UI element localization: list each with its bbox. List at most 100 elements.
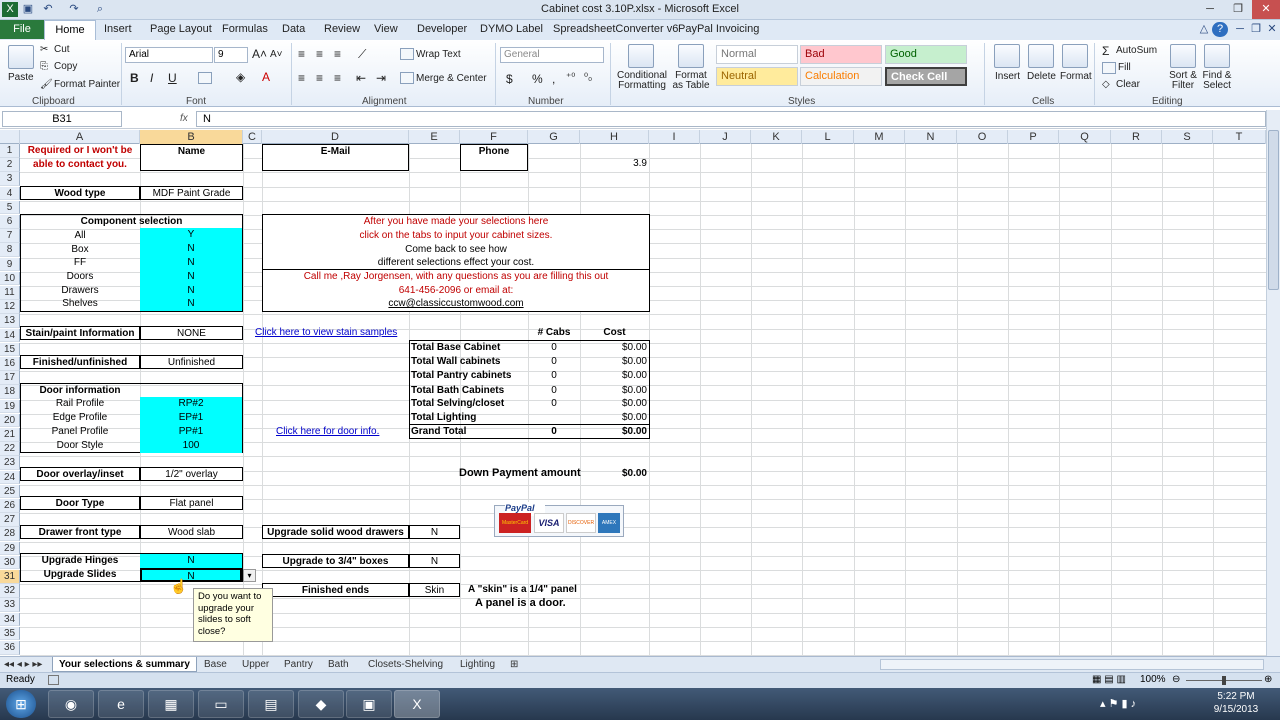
wb-minimize-icon[interactable]: ─ bbox=[1232, 22, 1248, 37]
row-header-30[interactable]: 30 bbox=[0, 555, 20, 570]
row-header-23[interactable]: 23 bbox=[0, 456, 20, 471]
hinges-value[interactable]: N bbox=[140, 554, 242, 568]
row-header-14[interactable]: 14 bbox=[0, 328, 20, 343]
sheet-tab-summary[interactable]: Your selections & summary bbox=[52, 657, 197, 672]
row-header-32[interactable]: 32 bbox=[0, 584, 20, 598]
drawer-front-value[interactable]: Wood slab bbox=[140, 525, 243, 539]
column-header-f[interactable]: F bbox=[460, 130, 528, 144]
fx-icon[interactable]: fx bbox=[180, 113, 188, 124]
upgrade-drawers-value[interactable]: N bbox=[409, 525, 460, 539]
row-header-33[interactable]: 33 bbox=[0, 598, 20, 613]
format-cells-icon[interactable] bbox=[1062, 44, 1088, 68]
column-header-r[interactable]: R bbox=[1111, 130, 1162, 144]
column-header-p[interactable]: P bbox=[1008, 130, 1059, 144]
wb-restore-icon[interactable]: ❐ bbox=[1248, 22, 1264, 37]
tab-review[interactable]: Review bbox=[324, 23, 360, 35]
tab-home[interactable]: Home bbox=[44, 20, 96, 41]
sort-filter-button[interactable]: Sort & Filter bbox=[1166, 71, 1200, 91]
door-type-value[interactable]: Flat panel bbox=[140, 496, 243, 510]
column-header-s[interactable]: S bbox=[1162, 130, 1213, 144]
row-header-24[interactable]: 24 bbox=[0, 470, 20, 485]
column-header-n[interactable]: N bbox=[905, 130, 957, 144]
cut-icon[interactable]: ✂ bbox=[40, 44, 48, 55]
row-header-2[interactable]: 2 bbox=[0, 158, 20, 172]
tab-dymo-label[interactable]: DYMO Label bbox=[480, 23, 543, 35]
zoom-in-icon[interactable]: ⊕ bbox=[1264, 674, 1272, 685]
stain-value[interactable]: NONE bbox=[140, 326, 243, 340]
sheet-tab-lighting[interactable]: Lighting bbox=[456, 657, 499, 672]
clock-date[interactable]: 9/15/2013 bbox=[1206, 704, 1266, 715]
tab-formulas[interactable]: Formulas bbox=[222, 23, 268, 35]
autosum-icon[interactable]: Σ bbox=[1102, 44, 1109, 58]
row-header-13[interactable]: 13 bbox=[0, 314, 20, 329]
style-neutral[interactable]: Neutral bbox=[716, 67, 798, 86]
insert-cells-icon[interactable] bbox=[994, 44, 1020, 68]
column-header-o[interactable]: O bbox=[957, 130, 1008, 144]
fill-icon[interactable] bbox=[1102, 62, 1116, 74]
vertical-scrollbar[interactable] bbox=[1266, 110, 1280, 656]
align-middle-icon[interactable]: ≡ bbox=[316, 47, 323, 61]
close-button[interactable]: ✕ bbox=[1252, 0, 1280, 19]
row-header-20[interactable]: 20 bbox=[0, 413, 20, 428]
notepad-taskbar-icon[interactable]: ▭ bbox=[198, 690, 244, 718]
phone-input-cell[interactable] bbox=[460, 157, 528, 171]
cut-button[interactable]: Cut bbox=[54, 44, 70, 55]
clear-icon[interactable]: ◇ bbox=[1102, 79, 1110, 90]
tab-insert[interactable]: Insert bbox=[104, 23, 132, 35]
wrap-text-icon[interactable] bbox=[400, 48, 414, 60]
wrap-text-button[interactable]: Wrap Text bbox=[416, 49, 461, 60]
merge-center-icon[interactable] bbox=[400, 72, 414, 84]
email-input-cell[interactable] bbox=[262, 157, 409, 171]
column-header-k[interactable]: K bbox=[751, 130, 802, 144]
row-header-21[interactable]: 21 bbox=[0, 428, 20, 442]
row-header-29[interactable]: 29 bbox=[0, 541, 20, 556]
bold-icon[interactable]: B bbox=[130, 71, 139, 85]
overlay-value[interactable]: 1/2" overlay bbox=[140, 467, 243, 481]
tab-developer[interactable]: Developer bbox=[417, 23, 467, 35]
column-header-d[interactable]: D bbox=[262, 130, 409, 144]
column-header-e[interactable]: E bbox=[409, 130, 460, 144]
view-buttons-icon[interactable]: ▦ ▤ ▥ bbox=[1092, 674, 1126, 685]
column-header-c[interactable]: C bbox=[243, 130, 262, 144]
insert-cells-button[interactable]: Insert bbox=[995, 71, 1020, 82]
style-good[interactable]: Good bbox=[885, 45, 967, 64]
door-info-link[interactable]: Click here for door info. bbox=[276, 425, 396, 439]
decrease-indent-icon[interactable]: ⇤ bbox=[356, 71, 366, 85]
column-header-l[interactable]: L bbox=[802, 130, 854, 144]
scroll-thumb[interactable] bbox=[1268, 130, 1279, 290]
row-header-5[interactable]: 5 bbox=[0, 200, 20, 215]
format-as-table-button[interactable]: Format as Table bbox=[670, 71, 712, 91]
format-painter-icon[interactable]: 🖌 bbox=[40, 79, 53, 90]
contact-email[interactable]: ccw@classiccustomwood.com bbox=[263, 297, 649, 311]
font-color-icon[interactable]: A bbox=[262, 70, 270, 84]
column-header-g[interactable]: G bbox=[528, 130, 580, 144]
rail-profile-value[interactable]: RP#2 bbox=[140, 397, 242, 411]
row-header-1[interactable]: 1 bbox=[0, 144, 20, 158]
row-header-16[interactable]: 16 bbox=[0, 357, 20, 371]
column-header-i[interactable]: I bbox=[649, 130, 700, 144]
grow-font-icon[interactable]: A˄ bbox=[252, 47, 267, 61]
row-header-34[interactable]: 34 bbox=[0, 612, 20, 627]
row-header-19[interactable]: 19 bbox=[0, 399, 20, 414]
horizontal-scrollbar[interactable] bbox=[880, 659, 1264, 670]
row-header-11[interactable]: 11 bbox=[0, 286, 20, 300]
ie-taskbar-icon[interactable]: e bbox=[98, 690, 144, 718]
macro-record-icon[interactable] bbox=[48, 675, 59, 685]
autosum-button[interactable]: AutoSum bbox=[1116, 45, 1157, 56]
tab-spreadsheetconverter[interactable]: SpreadsheetConverter v6 bbox=[553, 23, 678, 35]
delete-cells-icon[interactable] bbox=[1028, 44, 1054, 68]
row-header-26[interactable]: 26 bbox=[0, 499, 20, 513]
media-taskbar-icon[interactable]: ▣ bbox=[346, 690, 392, 718]
conditional-formatting-button[interactable]: Conditional Formatting bbox=[616, 71, 668, 91]
minimize-ribbon-icon[interactable]: △ bbox=[1196, 22, 1212, 37]
zoom-out-icon[interactable]: ⊖ bbox=[1172, 674, 1180, 685]
row-header-12[interactable]: 12 bbox=[0, 300, 20, 314]
calculator-taskbar-icon[interactable]: ▦ bbox=[148, 690, 194, 718]
sheet-tab-base[interactable]: Base bbox=[200, 657, 231, 672]
underline-icon[interactable]: U bbox=[168, 71, 177, 85]
formula-input[interactable]: N bbox=[196, 111, 1266, 127]
copy-button[interactable]: Copy bbox=[54, 61, 77, 72]
row-header-10[interactable]: 10 bbox=[0, 271, 20, 286]
door-style-value[interactable]: 100 bbox=[140, 439, 242, 453]
copy-icon[interactable]: ⎘ bbox=[40, 61, 48, 72]
